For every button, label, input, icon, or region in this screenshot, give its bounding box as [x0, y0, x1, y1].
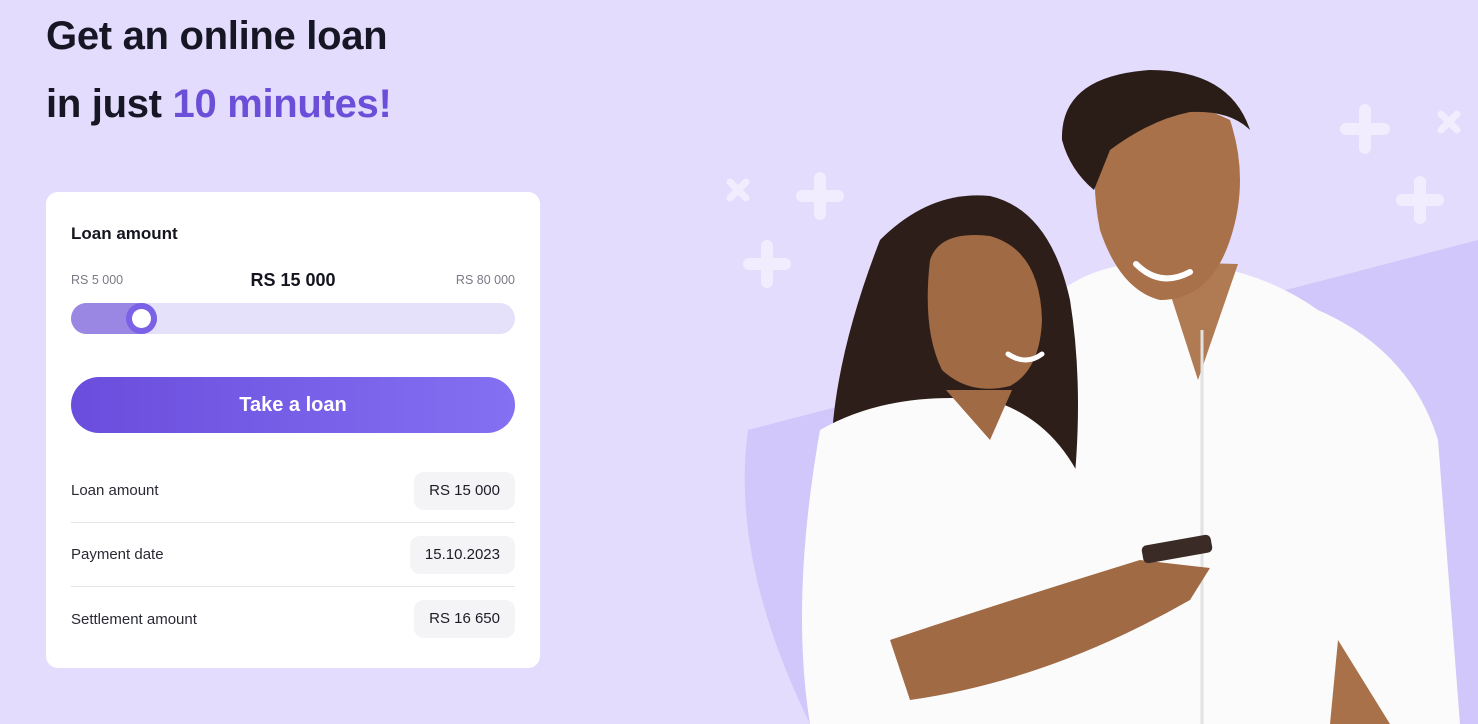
- summary-label: Payment date: [71, 546, 164, 563]
- selected-amount: RS 15 000: [250, 270, 336, 290]
- take-loan-button[interactable]: Take a loan: [71, 377, 515, 433]
- hero-illustration: [726, 70, 1478, 724]
- hero-title-accent: 10 minutes!: [172, 82, 392, 126]
- summary-label: Settlement amount: [71, 610, 197, 628]
- summary-value: RS 15 000: [414, 471, 515, 510]
- hero-title-prefix: in just: [46, 82, 173, 126]
- summary-row: Settlement amount RS 16 650: [71, 587, 515, 651]
- hero-title-line-1: Get an online loan: [46, 14, 388, 58]
- range-max-label: RS 80 000: [455, 273, 515, 287]
- loan-amount-slider[interactable]: [71, 303, 515, 334]
- loan-summary: Loan amount RS 15 000 Payment date 15.10.20…: [71, 459, 515, 651]
- loan-amount-heading: Loan amount: [71, 224, 178, 243]
- summary-value: 15.10.2023: [409, 535, 515, 574]
- hero-title: Get an online loan in just 10 minutes!: [46, 2, 392, 138]
- loan-calculator-card: Loan amount RS 5 000 RS 15 000 RS 80 000…: [46, 192, 540, 668]
- summary-value: RS 16 650: [414, 600, 515, 638]
- summary-label: Loan amount: [71, 482, 159, 499]
- summary-row: Loan amount RS 15 000: [71, 459, 515, 523]
- summary-row: Payment date 15.10.2023: [71, 523, 515, 587]
- slider-thumb[interactable]: [125, 303, 157, 334]
- hero-title-line-2: in just 10 minutes!: [46, 70, 392, 138]
- loan-range-labels: RS 5 000 RS 15 000 RS 80 000: [71, 270, 515, 290]
